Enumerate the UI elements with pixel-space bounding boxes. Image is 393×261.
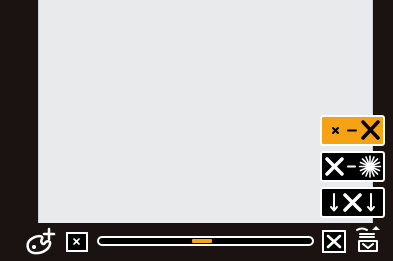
- large-to-starburst-button[interactable]: [320, 151, 385, 182]
- large-x-to-starburst-icon: [325, 155, 382, 178]
- zoom-slider-thumb[interactable]: [192, 239, 212, 243]
- zoom-out-button[interactable]: [66, 232, 88, 252]
- touch-menu-icon[interactable]: [352, 224, 386, 256]
- zoom-in-max-button[interactable]: [322, 230, 346, 253]
- arrows-into-x-icon: [330, 193, 375, 212]
- camera-screen: [0, 0, 393, 261]
- small-x-icon: [73, 238, 80, 245]
- small-x-to-large-x-icon: [332, 120, 380, 140]
- large-x-icon: [326, 234, 342, 249]
- zoom-slider[interactable]: [97, 236, 314, 246]
- zoom-in-button[interactable]: [320, 187, 385, 218]
- palette-plus-icon[interactable]: [24, 226, 58, 256]
- small-to-large-button[interactable]: [320, 115, 385, 146]
